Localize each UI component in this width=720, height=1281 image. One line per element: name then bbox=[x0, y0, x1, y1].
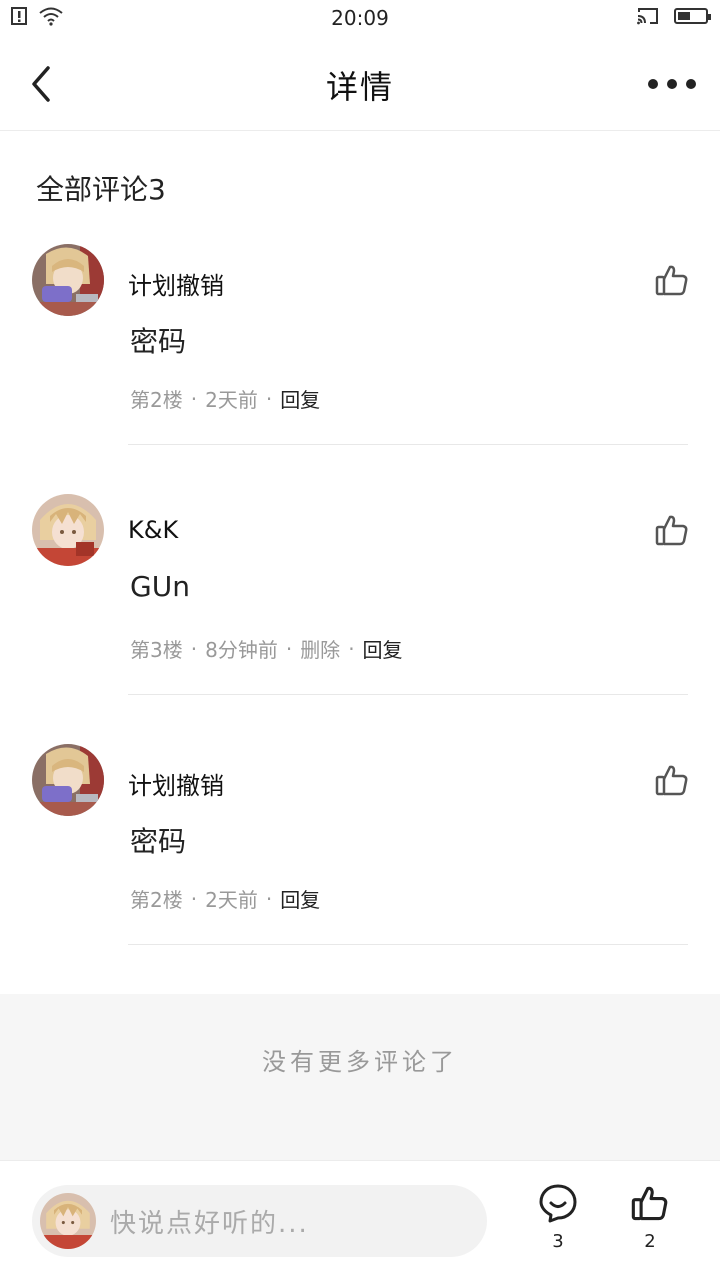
more-button[interactable] bbox=[648, 62, 696, 106]
comment-time: 2天前 bbox=[205, 888, 258, 912]
delete-button[interactable]: 删除 bbox=[300, 634, 340, 663]
comment-floor: 第3楼 bbox=[130, 638, 183, 662]
no-more-footer: 没有更多评论了 bbox=[0, 994, 720, 1160]
avatar[interactable] bbox=[32, 744, 104, 816]
comment-meta: 第2楼 · 2天前 · 回复 bbox=[130, 884, 320, 913]
divider bbox=[128, 444, 688, 445]
comments-header: 全部评论3 bbox=[36, 173, 166, 206]
like-button[interactable] bbox=[654, 762, 690, 798]
like-count-button[interactable]: 2 bbox=[620, 1183, 680, 1263]
nav-bar: 详情 bbox=[0, 36, 720, 131]
thumbs-up-icon bbox=[655, 765, 688, 796]
cast-icon bbox=[637, 8, 658, 25]
like-button[interactable] bbox=[654, 262, 690, 298]
page-title: 详情 bbox=[325, 68, 394, 106]
comment-time: 8分钟前 bbox=[205, 638, 278, 662]
thumbs-up-icon bbox=[655, 515, 688, 546]
reply-button[interactable]: 回复 bbox=[280, 384, 320, 413]
more-horizontal-icon bbox=[648, 79, 658, 89]
comment-floor: 第2楼 bbox=[130, 388, 183, 412]
no-more-text: 没有更多评论了 bbox=[262, 1048, 458, 1076]
reply-button[interactable]: 回复 bbox=[280, 884, 320, 913]
bottom-bar: 快说点好听的... 3 2 bbox=[0, 1160, 720, 1281]
comment-item: 计划撤销 密码 第2楼 · 2天前 · 回复 bbox=[0, 744, 720, 994]
reply-button[interactable]: 回复 bbox=[363, 634, 403, 663]
comment-text: 密码 bbox=[130, 825, 187, 858]
comment-text: 密码 bbox=[130, 325, 187, 358]
comment-meta: 第3楼 · 8分钟前 · 删除 · 回复 bbox=[130, 634, 403, 663]
status-time: 20:09 bbox=[331, 6, 389, 30]
divider bbox=[128, 944, 688, 945]
comment-text: GUn bbox=[130, 570, 190, 603]
like-count: 2 bbox=[644, 1231, 656, 1252]
comment-time: 2天前 bbox=[205, 388, 258, 412]
comment-author[interactable]: 计划撤销 bbox=[128, 266, 224, 301]
like-button[interactable] bbox=[654, 512, 690, 548]
comment-count-button[interactable]: 3 bbox=[528, 1183, 588, 1263]
comment-count: 3 bbox=[552, 1231, 564, 1252]
divider bbox=[128, 694, 688, 695]
thumbs-up-icon bbox=[631, 1186, 668, 1221]
avatar[interactable] bbox=[32, 244, 104, 316]
status-right-icons bbox=[636, 6, 711, 26]
avatar bbox=[40, 1193, 96, 1249]
comment-meta: 第2楼 · 2天前 · 回复 bbox=[130, 384, 320, 413]
comment-floor: 第2楼 bbox=[130, 888, 183, 912]
battery-level bbox=[678, 12, 690, 20]
status-bar: 20:09 bbox=[0, 0, 720, 36]
avatar[interactable] bbox=[32, 494, 104, 566]
comment-author[interactable]: 计划撤销 bbox=[128, 766, 224, 801]
comment-author[interactable]: K&K bbox=[128, 516, 178, 544]
thumbs-up-icon bbox=[655, 265, 688, 296]
comment-item: 计划撤销 密码 第2楼 · 2天前 · 回复 bbox=[0, 244, 720, 494]
battery-icon bbox=[674, 8, 711, 24]
comment-item: K&K GUn 第3楼 · 8分钟前 · 删除 · 回复 bbox=[0, 494, 720, 744]
comment-input-placeholder: 快说点好听的... bbox=[110, 1208, 309, 1239]
comment-bubble-icon bbox=[539, 1184, 577, 1223]
comment-input[interactable]: 快说点好听的... bbox=[32, 1185, 487, 1257]
